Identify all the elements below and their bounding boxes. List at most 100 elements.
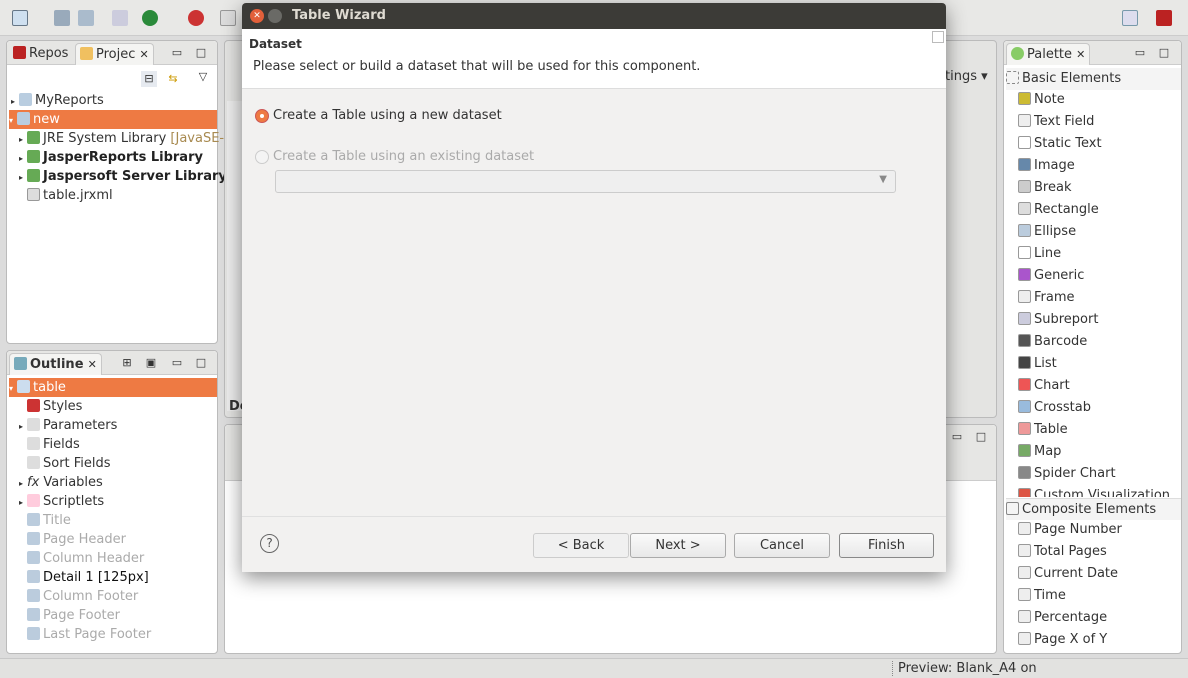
palette-item[interactable]: Percentage — [1018, 607, 1107, 629]
palette-item[interactable]: Image — [1018, 155, 1075, 177]
palette-item[interactable]: List — [1018, 353, 1057, 375]
back-button[interactable]: < Back — [533, 533, 629, 558]
finish-button[interactable]: Finish — [839, 533, 934, 558]
tree-item-jre[interactable]: ▸ JRE System Library [JavaSE- — [19, 129, 224, 148]
palette-item[interactable]: Break — [1018, 177, 1071, 199]
palette-item[interactable]: Map — [1018, 441, 1061, 463]
wizard-banner-icon — [932, 31, 944, 43]
tab-palette[interactable]: Palette ✕ — [1006, 43, 1091, 65]
palette-item[interactable]: Frame — [1018, 287, 1075, 309]
next-button[interactable]: Next > — [630, 533, 726, 558]
palette-item[interactable]: Text Field — [1018, 111, 1094, 133]
report-file-icon — [27, 188, 40, 201]
minimize-button[interactable]: ▭ — [169, 355, 185, 371]
view-menu-icon[interactable]: ▽ — [195, 69, 211, 85]
radio-unselected-icon[interactable] — [255, 150, 269, 164]
basic-elements-header[interactable]: Basic Elements — [1006, 68, 1181, 90]
thumbnail-icon[interactable]: ▣ — [143, 355, 159, 371]
palette-item[interactable]: Rectangle — [1018, 199, 1099, 221]
outline-item[interactable]: ▾ table — [9, 378, 217, 397]
maximize-button[interactable]: □ — [1156, 45, 1172, 61]
outline-item[interactable]: Styles — [19, 397, 82, 416]
outline-item[interactable]: Column Header — [19, 549, 144, 568]
radio-selected-icon[interactable] — [255, 109, 269, 123]
palette-item[interactable]: Custom Visualization — [1018, 485, 1170, 497]
radio-existing-dataset[interactable]: Create a Table using an existing dataset — [255, 148, 534, 166]
run-icon[interactable] — [142, 10, 158, 26]
minimize-button[interactable]: ▭ — [169, 45, 185, 61]
palette-item-icon — [1018, 158, 1031, 171]
dialog-header: Dataset Please select or build a dataset… — [242, 29, 946, 89]
close-icon[interactable]: ✕ — [140, 48, 149, 61]
radio-new-dataset[interactable]: Create a Table using a new dataset — [255, 107, 502, 125]
palette-item[interactable]: Time — [1018, 585, 1066, 607]
jaspersoft-perspective-icon[interactable] — [1156, 10, 1172, 26]
minimize-icon[interactable] — [268, 9, 282, 23]
close-icon[interactable]: ✕ — [88, 358, 97, 371]
palette-item[interactable]: Subreport — [1018, 309, 1098, 331]
tree-item-jasperreports-library[interactable]: ▸ JasperReports Library — [19, 148, 203, 167]
tab-repository[interactable]: Repos — [9, 43, 72, 65]
composite-elements-header[interactable]: Composite Elements — [1006, 498, 1181, 520]
palette-item[interactable]: Static Text — [1018, 133, 1102, 155]
outline-item[interactable]: ▸ Parameters — [19, 416, 117, 435]
outline-item[interactable]: Detail 1 [125px] — [19, 568, 149, 587]
outline-item[interactable]: ▸ fx Variables — [19, 473, 103, 492]
outline-item[interactable]: Title — [19, 511, 71, 530]
new-icon[interactable] — [12, 10, 28, 26]
project-explorer-panel: Repos Projec ✕ ▭ □ ⊟ ⇆ ▽ ▸ MyReports ▾ new… — [6, 40, 227, 344]
maximize-button[interactable]: □ — [973, 429, 989, 445]
help-icon[interactable]: ? — [260, 534, 279, 553]
tree-item-myreports[interactable]: ▸ MyReports — [11, 91, 104, 110]
minimize-button[interactable]: ▭ — [1132, 45, 1148, 61]
report-icon[interactable] — [220, 10, 236, 26]
outline-item[interactable]: Column Footer — [19, 587, 138, 606]
tree-item-table-jrxml[interactable]: table.jrxml — [27, 186, 113, 205]
link-editor-icon[interactable]: ⇆ — [165, 71, 181, 87]
outline-item[interactable]: ▸ Scriptlets — [19, 492, 104, 511]
palette-item[interactable]: Ellipse — [1018, 221, 1076, 243]
palette-item[interactable]: Barcode — [1018, 331, 1087, 353]
palette-item[interactable]: Crosstab — [1018, 397, 1091, 419]
palette-item-icon — [1018, 136, 1031, 149]
outline-item[interactable]: Page Header — [19, 530, 126, 549]
tree-item-new[interactable]: ▾ new — [9, 110, 217, 129]
palette-item[interactable]: Page Number — [1018, 519, 1122, 541]
tree-item-jaspersoft-server-library[interactable]: ▸ Jaspersoft Server Library — [19, 167, 227, 186]
dataset-select[interactable]: ▼ — [275, 170, 896, 193]
chevron-down-icon[interactable]: ▼ — [879, 174, 887, 185]
palette-item[interactable]: Note — [1018, 89, 1065, 111]
minimize-button[interactable]: ▭ — [949, 429, 965, 445]
outline-icon — [14, 357, 27, 370]
palette-item[interactable]: Generic — [1018, 265, 1084, 287]
outline-item[interactable]: Page Footer — [19, 606, 120, 625]
debug-icon[interactable] — [188, 10, 204, 26]
outline-item[interactable]: Last Page Footer — [19, 625, 151, 644]
palette-item-icon — [1018, 632, 1031, 645]
tab-outline[interactable]: Outline ✕ — [9, 353, 102, 375]
palette-item[interactable]: Table — [1018, 419, 1068, 441]
close-icon[interactable]: ✕ — [250, 9, 264, 23]
repository-icon — [13, 46, 26, 59]
palette-item[interactable]: Total Pages — [1018, 541, 1107, 563]
palette-item[interactable]: Line — [1018, 243, 1061, 265]
cancel-button[interactable]: Cancel — [734, 533, 830, 558]
tree-view-icon[interactable]: ⊞ — [119, 355, 135, 371]
palette-item[interactable]: Chart — [1018, 375, 1070, 397]
outline-item[interactable]: Sort Fields — [19, 454, 111, 473]
outline-item[interactable]: Fields — [19, 435, 80, 454]
compile-icon[interactable] — [112, 10, 128, 26]
tab-project[interactable]: Projec ✕ — [75, 43, 154, 65]
palette-item[interactable]: Page X of Y — [1018, 629, 1107, 651]
palette-item[interactable]: Current Date — [1018, 563, 1118, 585]
close-icon[interactable]: ✕ — [1076, 48, 1085, 61]
collapse-all-icon[interactable]: ⊟ — [141, 71, 157, 87]
palette-item-icon — [1018, 422, 1031, 435]
maximize-button[interactable]: □ — [193, 45, 209, 61]
save-icon[interactable] — [54, 10, 70, 26]
perspective-icon[interactable] — [1122, 10, 1138, 26]
settings-dropdown[interactable]: tings ▾ — [945, 69, 988, 84]
palette-item[interactable]: Spider Chart — [1018, 463, 1116, 485]
save-all-icon[interactable] — [78, 10, 94, 26]
maximize-button[interactable]: □ — [193, 355, 209, 371]
